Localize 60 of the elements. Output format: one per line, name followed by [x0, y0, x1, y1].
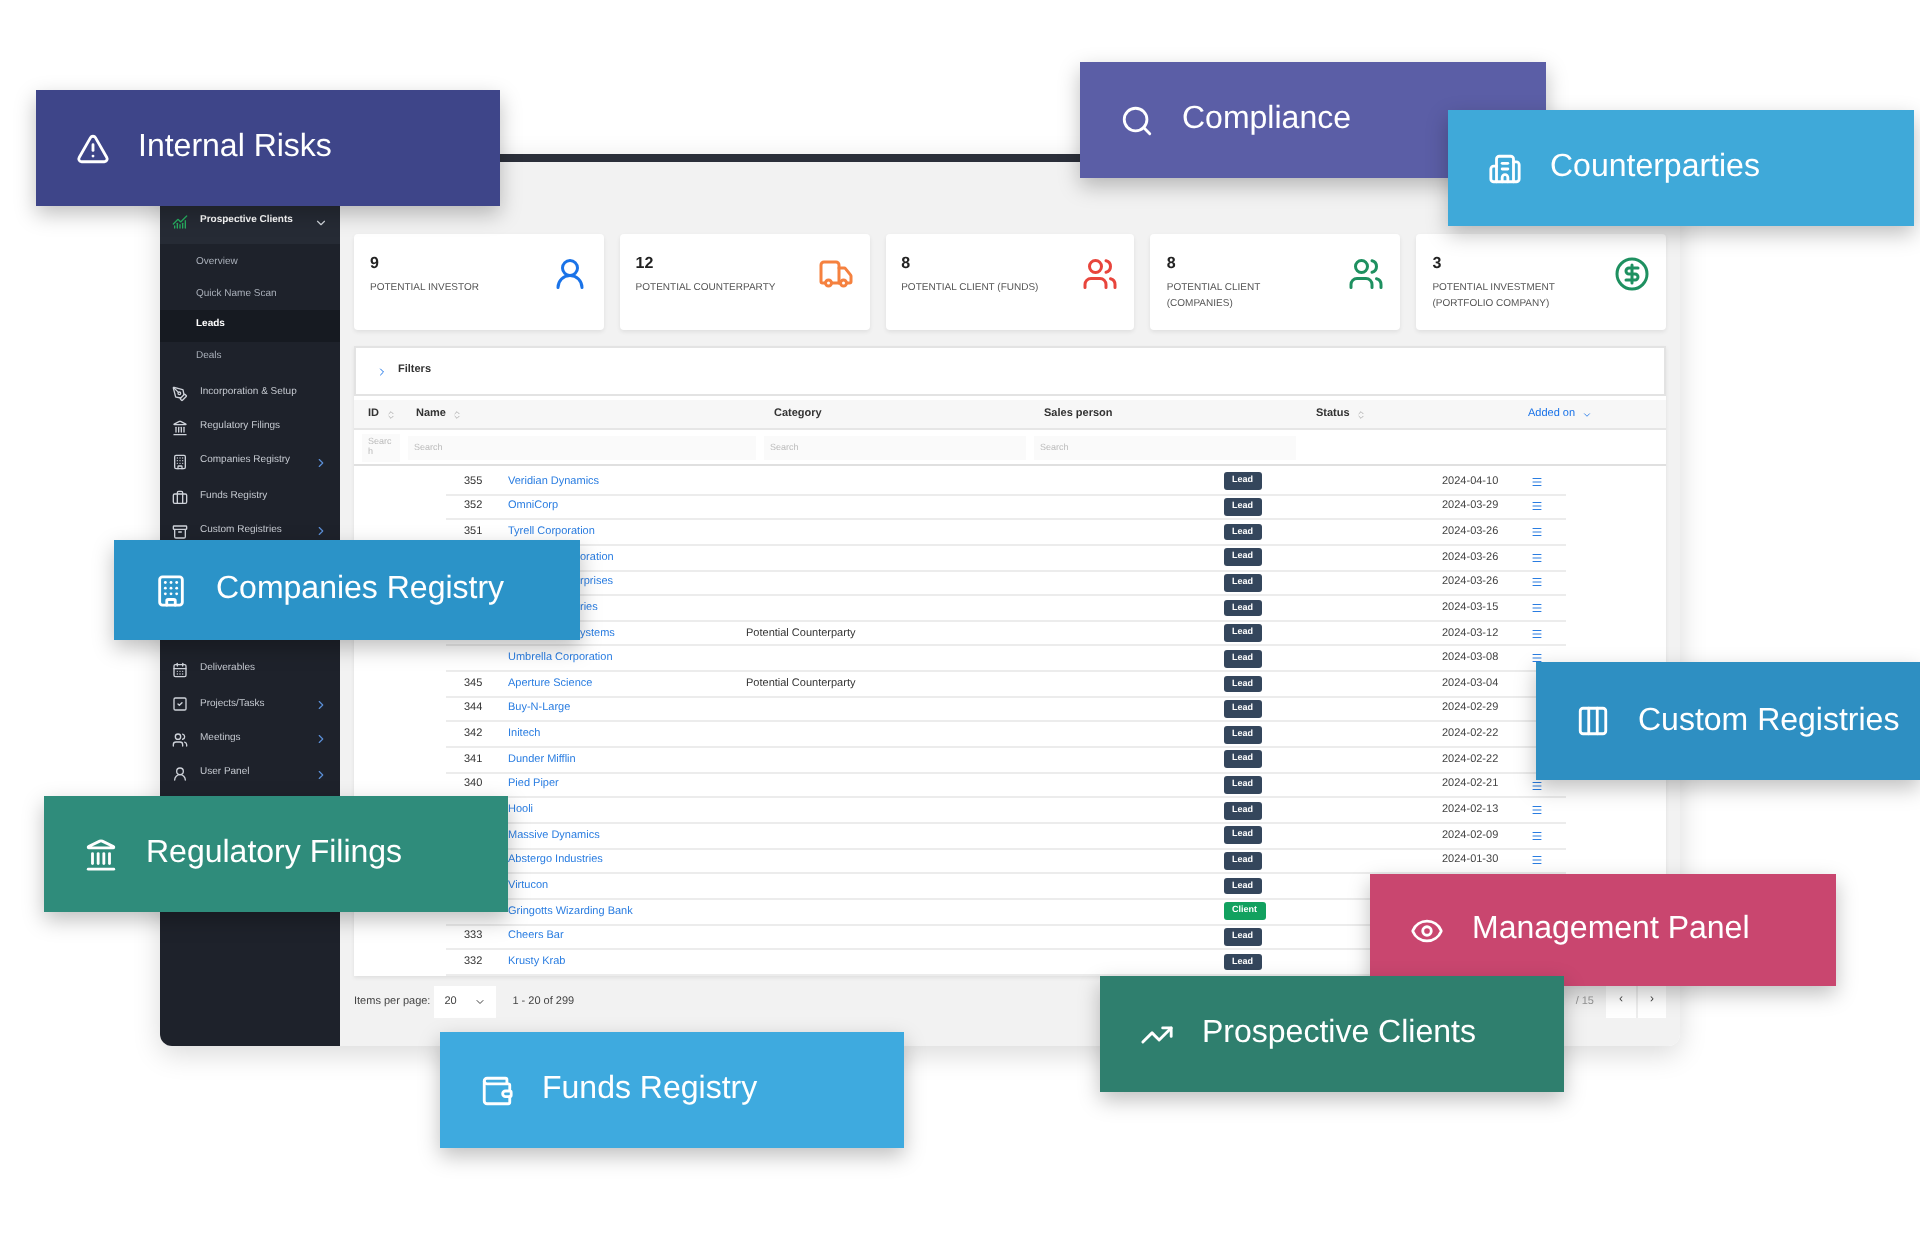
chevron-down-icon	[314, 215, 328, 229]
users-icon	[1348, 256, 1385, 292]
feature-icon	[1120, 103, 1154, 137]
menu-icon[interactable]	[1530, 627, 1544, 640]
menu-icon[interactable]	[1530, 854, 1544, 867]
users-icon	[1082, 256, 1119, 292]
chevron-right-icon	[314, 697, 328, 712]
feature-label: Funds Registry	[542, 1070, 758, 1110]
user-icon	[551, 256, 588, 292]
feature-icon	[1576, 704, 1610, 738]
chevron-right-icon	[314, 767, 328, 782]
sort-down-icon	[1581, 409, 1592, 419]
stat-value: 12	[635, 252, 656, 276]
dollar-icon	[1614, 256, 1650, 292]
menu-item-icon	[172, 489, 188, 506]
feature-label: Counterparties	[1550, 148, 1760, 188]
feature-label: Regulatory Filings	[146, 834, 403, 874]
chevron-right-icon	[376, 365, 388, 377]
menu-item-icon	[172, 696, 188, 713]
menu-icon[interactable]	[1530, 475, 1544, 488]
truck-icon	[817, 256, 854, 292]
feature-label: Custom Registries	[1638, 701, 1900, 741]
stat-value: 8	[1166, 252, 1178, 276]
menu-item-icon	[172, 523, 188, 540]
sort-icon	[385, 409, 395, 419]
feature-label: Management Panel	[1472, 910, 1750, 950]
menu-item-icon	[172, 214, 188, 230]
stat-value: 9	[370, 252, 381, 276]
feature-icon	[1488, 151, 1522, 185]
menu-icon[interactable]	[1530, 551, 1544, 564]
menu-item-icon	[172, 419, 188, 436]
sort-icon	[1355, 409, 1366, 419]
menu-icon[interactable]	[1530, 829, 1544, 842]
menu-icon[interactable]	[1530, 576, 1544, 589]
feature-icon	[76, 131, 110, 165]
sort-icon	[451, 409, 462, 419]
menu-icon[interactable]	[1530, 779, 1544, 791]
menu-item-icon	[172, 662, 188, 679]
menu-icon[interactable]	[1530, 804, 1544, 817]
feature-label: Compliance	[1182, 100, 1351, 140]
feature-label: Companies Registry	[216, 570, 505, 610]
feature-label: Prospective Clients	[1202, 1014, 1476, 1054]
menu-item-icon	[172, 385, 188, 402]
feature-icon	[154, 573, 188, 607]
chevron-right-icon	[314, 732, 328, 747]
menu-icon[interactable]	[1530, 526, 1544, 539]
menu-item-icon	[172, 731, 188, 748]
menu-item-icon	[172, 454, 188, 471]
menu-item-icon	[172, 766, 188, 783]
chevron-right-icon	[314, 524, 328, 539]
menu-icon[interactable]	[1530, 652, 1544, 665]
chevron-right-icon	[314, 455, 328, 470]
feature-icon	[480, 1073, 514, 1107]
caret-icon	[474, 995, 487, 1008]
stat-value: 3	[1432, 252, 1444, 276]
stat-value: 8	[901, 252, 913, 276]
feature-label: Internal Risks	[138, 128, 332, 168]
menu-icon[interactable]	[1530, 500, 1544, 513]
menu-icon[interactable]	[1530, 602, 1544, 615]
feature-icon	[84, 837, 118, 871]
